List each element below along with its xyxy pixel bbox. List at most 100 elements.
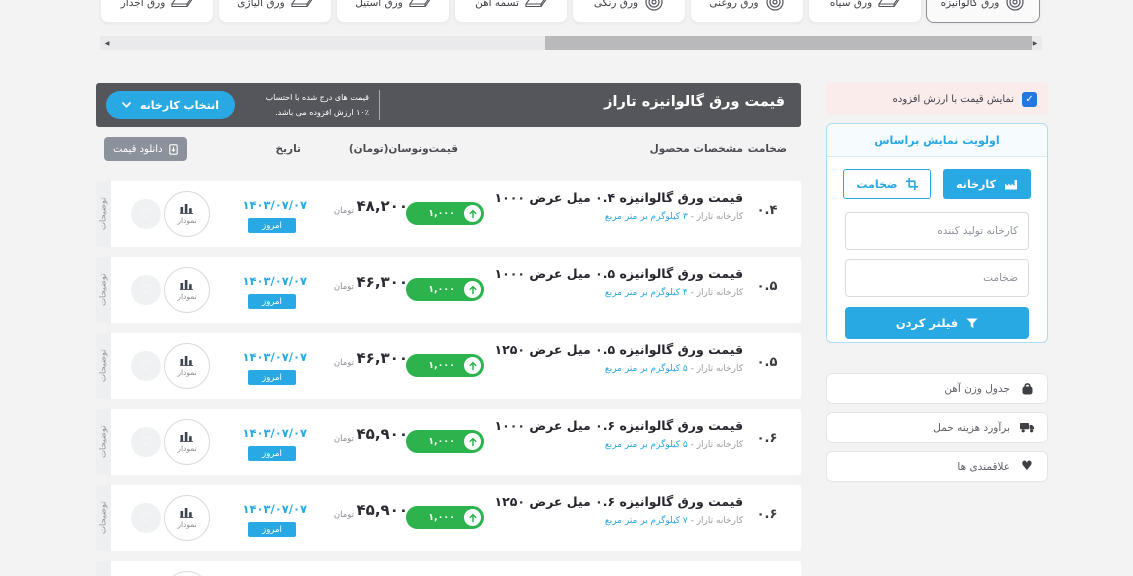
horizontal-scrollbar[interactable]: ◀ ▶ [100, 36, 1042, 50]
currency-label: تومان [334, 282, 354, 292]
row-details-tab[interactable]: توضیحات [96, 561, 111, 576]
favorite-button[interactable]: ♡ [131, 275, 161, 305]
category-tab[interactable]: ورق گالوانیزه [926, 0, 1040, 23]
today-badge: امروز [248, 370, 296, 385]
weight-table-link[interactable]: جدول وزن آهن [826, 373, 1048, 404]
priority-tab-factory[interactable]: کارخانه [943, 169, 1031, 199]
favorites-label: علاقمندی ها [957, 461, 1010, 473]
chart-button-label: نمودار [177, 216, 196, 225]
category-tab-label: ورق گالوانیزه [941, 0, 1000, 9]
row-details-label: توضیحات [99, 274, 109, 307]
price-date: ۱۴۰۳/۰۷/۰۷ [242, 426, 307, 440]
category-tab[interactable]: ورق سیاه [808, 0, 922, 23]
vat-note-line1: قیمت های درج شده با احتساب [218, 90, 369, 105]
product-title[interactable]: قیمت ورق گالوانیزه ۰.۵ میل عرض ۱۰۰۰ [494, 266, 743, 281]
scroll-right-icon[interactable]: ▶ [1028, 36, 1042, 50]
apply-filter-button[interactable]: فیلتر کردن [845, 307, 1029, 339]
product-subtitle: کارخانه تاراز - ۵ کیلوگرم بر متر مربع [494, 364, 743, 374]
chart-button[interactable]: نمودار [164, 191, 210, 237]
price-change-value: ۱,۰۰۰ [428, 284, 455, 295]
product-title[interactable]: قیمت ورق گالوانیزه ۰.۶ میل عرض ۱۲۵۰ [494, 494, 743, 509]
bar-chart-icon [180, 203, 194, 214]
chart-button-label: نمودار [177, 292, 196, 301]
scroll-left-icon[interactable]: ◀ [100, 36, 114, 50]
price-date: ۱۴۰۳/۰۷/۰۷ [242, 350, 307, 364]
row-details-tab[interactable]: توضیحات [96, 485, 111, 551]
favorite-button[interactable]: ♡ [131, 503, 161, 533]
heart-icon: ♥ [1019, 459, 1035, 474]
vat-checkbox[interactable]: ✓ [1022, 92, 1037, 107]
arrow-up-circle-icon [464, 357, 481, 374]
category-tab[interactable]: ورق روغنی [690, 0, 804, 23]
priority-tabs: کارخانه ضخامت [827, 169, 1047, 199]
chart-button[interactable]: نمودار [164, 419, 210, 465]
sheet-icon [291, 0, 313, 9]
price-list-page: ورق گالوانیزه ورق سیاه ورق روغنی ورق رنگ… [0, 0, 1133, 576]
category-tab[interactable]: ورق رنگی [572, 0, 686, 23]
weight-icon [1019, 382, 1035, 395]
factory-filter-input[interactable] [845, 212, 1029, 250]
product-title[interactable]: قیمت ورق گالوانیزه ۰.۴ میل عرض ۱۰۰۰ [494, 190, 743, 205]
priority-tab-thickness-label: ضخامت [856, 178, 897, 191]
scrollbar-thumb[interactable] [545, 36, 1032, 50]
filter-funnel-icon [966, 318, 978, 329]
favorite-button[interactable]: ♡ [131, 199, 161, 229]
thickness-value: ۰.۵ [741, 355, 793, 370]
page-title-bar: قیمت ورق گالوانیزه تاراز قیمت های درج شد… [96, 83, 801, 127]
product-subtitle: کارخانه تاراز - ۷ کیلوگرم بر متر مربع [494, 516, 743, 526]
select-factory-button[interactable]: انتخاب کارخانه [106, 91, 235, 119]
heart-outline-icon: ♡ [140, 207, 152, 222]
bar-chart-icon [180, 279, 194, 290]
shipping-cost-link[interactable]: برآورد هزینه حمل [826, 412, 1048, 443]
coil-icon [1005, 0, 1025, 12]
priority-tab-thickness[interactable]: ضخامت [843, 169, 931, 199]
favorite-button[interactable]: ♡ [131, 351, 161, 381]
chart-button[interactable]: نمودار [164, 571, 210, 576]
download-price-button[interactable]: دانلود قیمت [104, 137, 187, 161]
bar-chart-icon [180, 355, 194, 366]
chart-button-label: نمودار [177, 368, 196, 377]
thickness-value: ۰.۶ [741, 507, 793, 522]
thickness-value: ۰.۴ [741, 203, 793, 218]
main-column: قیمت ورق گالوانیزه تاراز قیمت های درج شد… [96, 83, 801, 576]
today-badge: امروز [248, 446, 296, 461]
price-rows: توضیحات ۰.۴ قیمت ورق گالوانیزه ۰.۴ میل ع… [96, 181, 801, 576]
category-tab-label: ورق آجدار [121, 0, 166, 9]
favorites-link[interactable]: ♥ علاقمندی ها [826, 451, 1048, 482]
price-value: ۴۶,۳۰۰ [357, 349, 408, 367]
row-details-tab[interactable]: توضیحات [96, 409, 111, 475]
arrow-up-circle-icon [464, 433, 481, 450]
chart-button[interactable]: نمودار [164, 343, 210, 389]
subtitle-separator: - [688, 364, 697, 374]
price-change-badge: ۱,۰۰۰ [406, 506, 484, 529]
category-tab-label: ورق استیل [355, 0, 403, 9]
price-row: توضیحات - نمودار ♡ [96, 561, 801, 576]
product-info: قیمت ورق گالوانیزه ۰.۵ میل عرض ۱۰۰۰ کارخ… [494, 266, 743, 298]
category-tab[interactable]: ورق آلیاژی [218, 0, 332, 23]
product-title[interactable]: قیمت ورق گالوانیزه ۰.۵ میل عرض ۱۲۵۰ [494, 342, 743, 357]
thickness-value: ۰.۵ [741, 279, 793, 294]
thickness-filter-input[interactable] [845, 259, 1029, 297]
product-title[interactable]: قیمت ورق گالوانیزه ۰.۶ میل عرض ۱۰۰۰ [494, 418, 743, 433]
price-change-value: ۱,۰۰۰ [428, 208, 455, 219]
favorite-button[interactable]: ♡ [131, 427, 161, 457]
category-tab[interactable]: ورق استیل [336, 0, 450, 23]
category-tabs: ورق گالوانیزه ورق سیاه ورق روغنی ورق رنگ… [100, 0, 1040, 23]
row-details-tab[interactable]: توضیحات [96, 257, 111, 323]
price-value: ۴۵,۹۰۰ [357, 501, 408, 519]
vat-checkbox-label: نمایش قیمت با ارزش افزوده [893, 94, 1014, 105]
price-row: توضیحات ۰.۶ قیمت ورق گالوانیزه ۰.۶ میل ع… [96, 485, 801, 551]
column-date: تاریخ [276, 143, 301, 155]
chart-button[interactable]: نمودار [164, 495, 210, 541]
column-product: مشخصات محصول [650, 143, 743, 155]
today-badge: امروز [248, 522, 296, 537]
category-tab[interactable]: ورق آجدار [100, 0, 214, 23]
chevron-down-icon [122, 102, 131, 108]
priority-card: اولویت نمایش براساس کارخانه ضخامت فیلتر … [826, 123, 1048, 343]
chart-button[interactable]: نمودار [164, 267, 210, 313]
row-details-tab[interactable]: توضیحات [96, 181, 111, 247]
category-tab[interactable]: تسمه آهن [454, 0, 568, 23]
apply-filter-label: فیلتر کردن [896, 316, 958, 330]
category-tab-label: ورق روغنی [709, 0, 758, 9]
row-details-tab[interactable]: توضیحات [96, 333, 111, 399]
